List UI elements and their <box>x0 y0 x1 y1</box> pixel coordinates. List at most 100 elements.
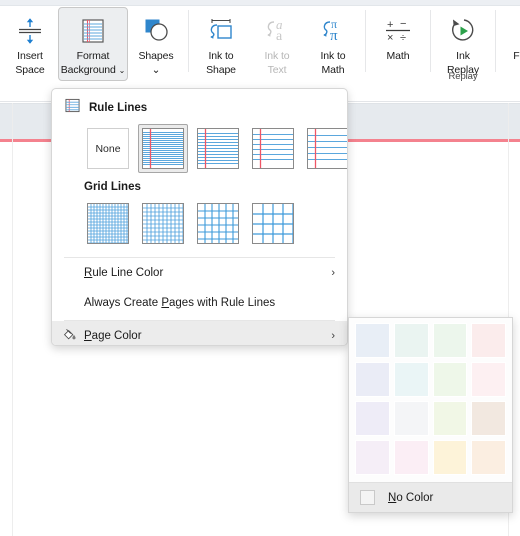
always-create-pages-prefix: Always Create <box>84 297 162 309</box>
color-swatch[interactable] <box>393 323 429 358</box>
grid-line-option-small[interactable] <box>83 199 133 248</box>
ribbon-group-math: + − × ÷ Math <box>370 7 426 83</box>
color-swatch[interactable] <box>355 440 390 475</box>
window-top-strip <box>0 0 520 6</box>
ribbon-group-label-replay: Replay <box>448 71 478 82</box>
shapes-icon <box>141 14 171 48</box>
grid-line-option-very-large[interactable] <box>248 199 298 248</box>
math-operators-icon: + − × ÷ <box>383 14 413 48</box>
ink-to-shape-label-2: Shape <box>206 64 236 76</box>
insert-space-button[interactable]: Insert Space <box>2 7 58 81</box>
no-color-text: o Color <box>396 491 434 504</box>
format-background-button[interactable]: Format Background ⌄ <box>58 7 128 81</box>
menu-item-page-color-text: age Color <box>91 330 142 342</box>
color-swatch[interactable] <box>432 362 468 397</box>
menu-item-always-create-pages[interactable]: Always Create Pages with Rule Lines <box>52 288 347 318</box>
grid-line-option-medium[interactable] <box>138 199 188 248</box>
insert-space-label-2: Space <box>15 64 45 76</box>
format-background-label-text: Background <box>60 64 116 76</box>
access-key-p2: P <box>84 330 92 342</box>
ink-to-shape-button[interactable]: Ink to Shape <box>193 7 249 81</box>
no-color-menu-item[interactable]: No Color <box>349 482 512 512</box>
ruled-paper-icon <box>65 98 80 118</box>
rule-line-wide-preview <box>252 128 294 169</box>
chevron-down-icon[interactable]: ⌄ <box>119 66 126 75</box>
ink-to-math-label-1: Ink to <box>320 50 346 62</box>
menu-item-rule-line-color[interactable]: Rule Line Color › <box>52 258 347 288</box>
rule-line-option-narrow[interactable] <box>138 124 188 173</box>
rule-lines-header-label: Rule Lines <box>89 102 148 114</box>
color-swatch[interactable] <box>355 323 390 358</box>
insert-space-icon <box>15 14 45 48</box>
ribbon-group-replay: Ink Replay Replay <box>435 7 491 83</box>
ribbon-separator-2 <box>365 10 366 72</box>
svg-text:a: a <box>276 29 283 44</box>
rule-line-college-preview <box>197 128 239 169</box>
page-left-edge <box>12 103 13 536</box>
chevron-right-icon-2: › <box>331 330 335 342</box>
color-swatch[interactable] <box>393 440 429 475</box>
format-background-label-2: Background ⌄ <box>60 64 126 76</box>
grid-line-large-preview <box>197 203 239 244</box>
menu-item-page-color-label: Page Color <box>84 330 142 342</box>
svg-text:+: + <box>387 19 393 31</box>
rule-line-none-label: None <box>95 142 121 155</box>
menu-item-always-create-pages-label: Always Create Pages with Rule Lines <box>84 297 275 309</box>
rule-line-option-college[interactable] <box>193 124 243 173</box>
menu-item-rule-line-color-label: Rule Line Color <box>84 267 163 279</box>
svg-text:π: π <box>330 28 338 44</box>
color-swatch[interactable] <box>471 440 506 475</box>
shapes-button[interactable]: Shapes ⌄ <box>128 7 184 81</box>
insert-space-label-1: Insert <box>17 50 43 62</box>
color-swatch[interactable] <box>393 401 429 436</box>
ink-to-math-button[interactable]: π π Ink to Math <box>305 7 361 81</box>
rule-line-option-wide[interactable] <box>248 124 298 173</box>
color-swatch[interactable] <box>432 401 468 436</box>
ink-to-text-button: a a Ink to Text <box>249 7 305 81</box>
color-swatch[interactable] <box>471 362 506 397</box>
ink-to-math-label-2: Math <box>321 64 345 76</box>
color-swatch[interactable] <box>432 323 468 358</box>
format-background-dropdown: Rule Lines None Grid Lines Rule Line Col… <box>51 88 348 346</box>
ink-replay-label-1: Ink <box>456 50 470 62</box>
ink-to-text-label-1: Ink to <box>264 50 290 62</box>
ribbon-separator-1 <box>188 10 189 72</box>
color-swatch[interactable] <box>432 440 468 475</box>
math-button[interactable]: + − × ÷ Math <box>370 7 426 81</box>
paint-bucket-icon <box>61 327 77 346</box>
math-label: Math <box>386 50 410 62</box>
grid-lines-header-label: Grid Lines <box>84 181 141 193</box>
ribbon-group-mode: Full Page View Mode <box>500 7 520 83</box>
full-page-view-label-1: Full Page <box>513 50 520 62</box>
grid-line-option-large[interactable] <box>193 199 243 248</box>
shapes-label: Shapes <box>138 50 174 62</box>
ribbon-separator-4 <box>495 10 496 72</box>
color-swatch[interactable] <box>393 362 429 397</box>
rule-line-narrow-preview <box>142 128 184 169</box>
ribbon-group-label-mode: Mode <box>500 71 520 82</box>
color-swatch-grid <box>349 318 512 480</box>
full-page-view-button[interactable]: Full Page View <box>500 7 520 81</box>
onenote-draw-ribbon-screen: Insert Space Format Background ⌄ Shapes … <box>0 0 520 536</box>
color-swatch[interactable] <box>355 401 390 436</box>
always-create-pages-suffix: ages with Rule Lines <box>169 297 276 309</box>
color-swatch[interactable] <box>355 362 390 397</box>
rule-line-thumbnail-row: None <box>52 122 347 175</box>
menu-item-rule-line-color-text: ule Line Color <box>92 267 164 279</box>
color-swatch[interactable] <box>471 401 506 436</box>
ink-to-shape-icon <box>206 14 236 48</box>
ink-replay-button[interactable]: Ink Replay <box>435 7 491 81</box>
menu-item-page-color[interactable]: Page Color › <box>52 321 347 346</box>
color-swatch[interactable] <box>471 323 506 358</box>
rule-line-none-preview: None <box>87 128 129 169</box>
chevron-right-icon: › <box>331 267 335 279</box>
ink-to-text-label-2: Text <box>267 64 287 76</box>
ribbon-group-convert: Ink to Shape a a Ink to Text π π Ink to … <box>193 7 361 83</box>
grid-line-thumbnail-row <box>52 197 347 250</box>
rule-line-option-extra-wide[interactable] <box>303 124 347 173</box>
shapes-chevron-down-icon[interactable]: ⌄ <box>152 64 161 76</box>
ink-to-math-icon: π π <box>318 14 348 48</box>
ribbon-separator-3 <box>430 10 431 72</box>
grid-line-medium-preview <box>142 203 184 244</box>
rule-line-option-none[interactable]: None <box>83 124 133 173</box>
